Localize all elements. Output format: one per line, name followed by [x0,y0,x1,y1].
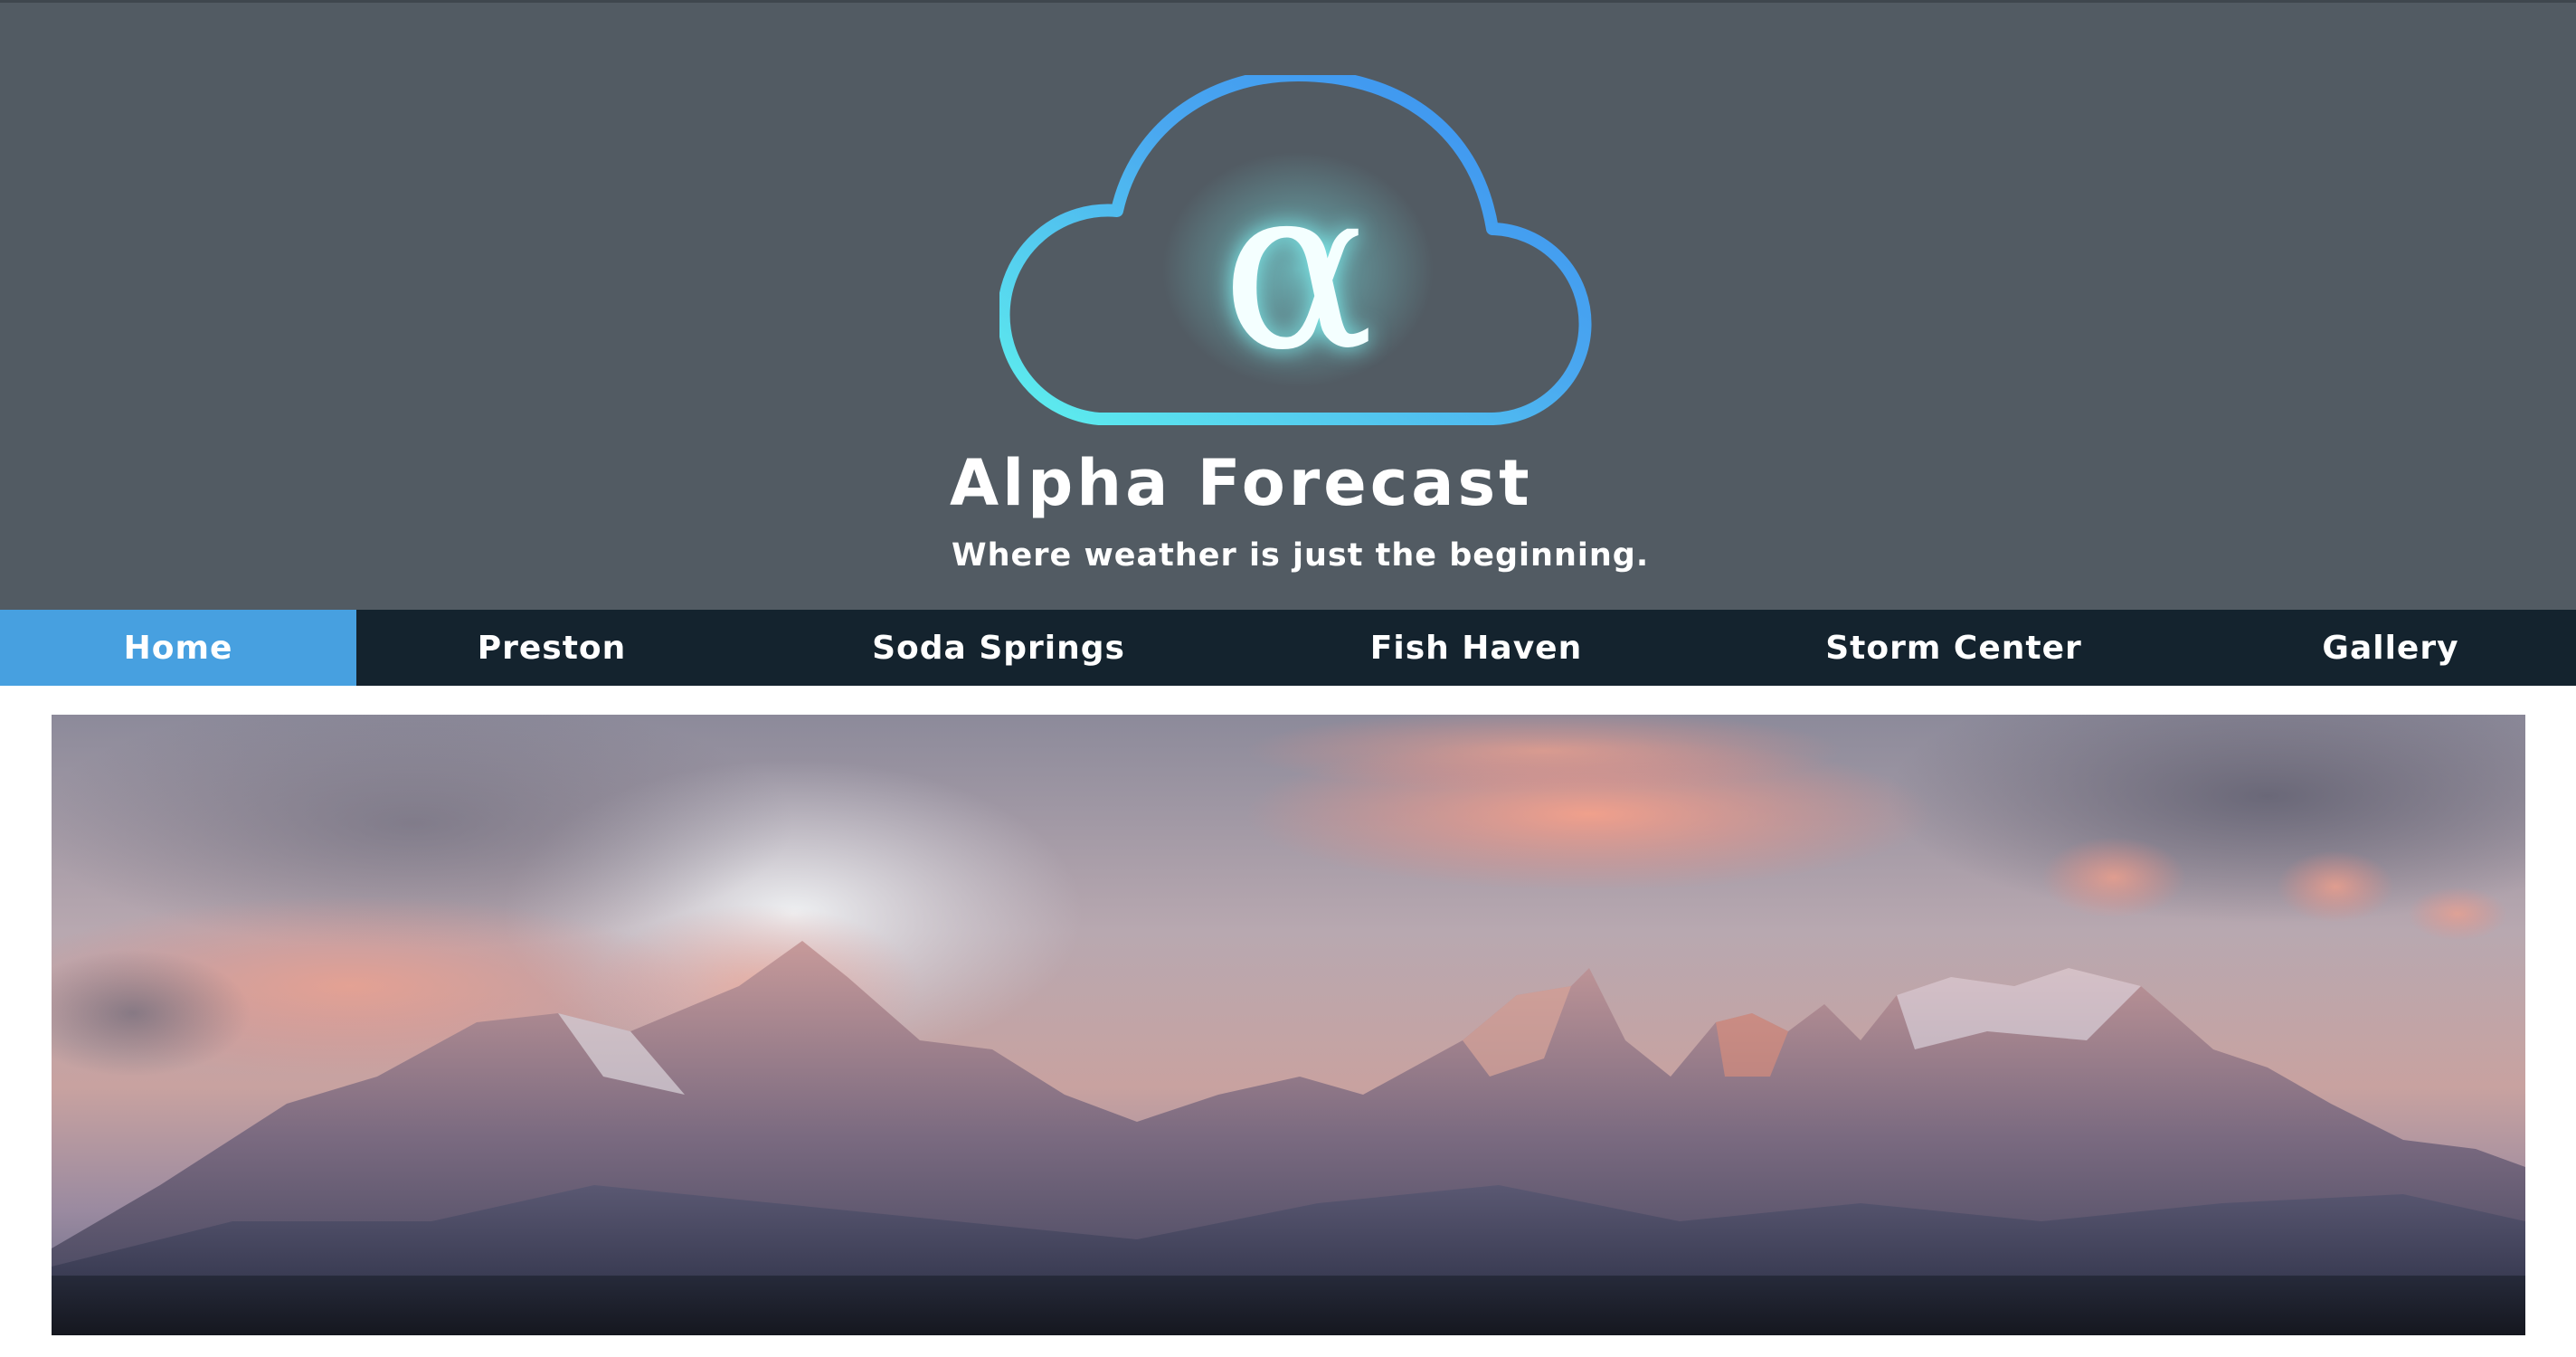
nav-item-soda-springs[interactable]: Soda Springs [747,610,1250,686]
alpha-glyph: α [1222,137,1375,400]
site-tagline: Where weather is just the beginning. [952,537,1650,574]
site-title: Alpha Forecast [950,446,1533,520]
nav-item-storm-center[interactable]: Storm Center [1702,610,2205,686]
page: α Alpha Forecast Where weather is just t… [0,0,2576,1357]
nav-item-preston[interactable]: Preston [356,610,747,686]
nav-item-home[interactable]: Home [0,610,356,686]
alpha-cloud-logo-icon[interactable]: α [999,75,1596,437]
main-navigation: Home Preston Soda Springs Fish Haven Sto… [0,610,2576,686]
nav-item-gallery[interactable]: Gallery [2205,610,2576,686]
nav-item-fish-haven[interactable]: Fish Haven [1250,610,1702,686]
site-header: α Alpha Forecast Where weather is just t… [0,0,2576,610]
hero-mountain-image [52,715,2525,1335]
